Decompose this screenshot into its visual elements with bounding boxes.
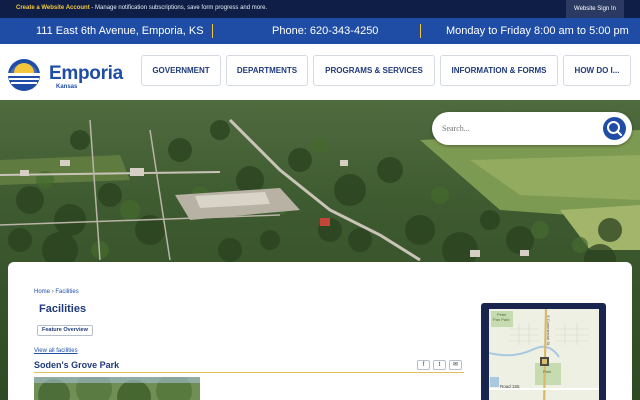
search-button[interactable] [603,117,626,140]
emporia-sun-icon [8,59,40,91]
twitter-icon: t [438,362,441,368]
nav-departments[interactable]: DEPARTMENTS [226,55,308,86]
email-share-button[interactable]: ✉ [449,360,462,370]
create-account-description: - Manage notification subscriptions, sav… [89,5,268,11]
email-icon: ✉ [452,362,459,368]
breadcrumb-home[interactable]: Home [34,289,50,295]
breadcrumb: Home › Facilities [34,289,79,295]
map-label-street: S Commercial St [546,315,551,346]
contact-bar: 111 East 6th Avenue, Emporia, KS Phone: … [0,18,640,44]
map-label-park-mid: Park [543,369,551,374]
nav-government[interactable]: GOVERNMENT [141,55,221,86]
facebook-share-button[interactable]: f [417,360,430,370]
twitter-share-button[interactable]: t [433,360,446,370]
nav-programs-services[interactable]: PROGRAMS & SERVICES [313,55,435,86]
magnifier-icon [607,121,623,137]
contact-hours: Monday to Friday 8:00 am to 5:00 pm [446,25,629,37]
contact-divider [212,24,213,38]
contact-address: 111 East 6th Avenue, Emporia, KS [36,25,204,37]
contact-divider [420,24,421,38]
page-title: Facilities [39,303,87,315]
map-label-road: Road 155 [500,384,520,389]
map-label-park-top-2: Pan Park [493,317,509,322]
account-notice: Create a Website Account - Manage notifi… [16,5,267,11]
site-search [432,112,632,145]
logo-wordmark: Emporia [49,63,123,84]
view-all-facilities-link[interactable]: View all facilities [34,348,78,354]
facility-map[interactable]: Peter Pan Park S Commercial St Park Road… [481,303,606,400]
facebook-icon: f [422,362,425,368]
map-location-marker[interactable] [540,357,549,366]
emporia-logo[interactable]: Emporia Kansas [7,58,135,92]
facility-name: Soden's Grove Park [34,360,120,370]
nav-information-forms[interactable]: INFORMATION & FORMS [440,55,558,86]
map-canvas: Peter Pan Park S Commercial St Park Road… [489,309,599,400]
breadcrumb-current[interactable]: Facilities [55,289,78,295]
logo-state: Kansas [56,84,78,90]
feature-overview-button[interactable]: Feature Overview [37,325,93,336]
nav-how-do-i[interactable]: HOW DO I... [563,55,631,86]
facility-divider [34,372,464,373]
create-account-link[interactable]: Create a Website Account [16,5,90,11]
search-input[interactable] [442,121,602,135]
website-sign-in-button[interactable]: Website Sign In [566,0,624,18]
utility-bar: Create a Website Account - Manage notifi… [0,0,640,18]
contact-phone[interactable]: Phone: 620-343-4250 [272,25,378,37]
breadcrumb-separator: › [51,289,54,295]
facility-photo [34,377,200,400]
site-header: Emporia Kansas GOVERNMENT DEPARTMENTS PR… [0,44,640,100]
